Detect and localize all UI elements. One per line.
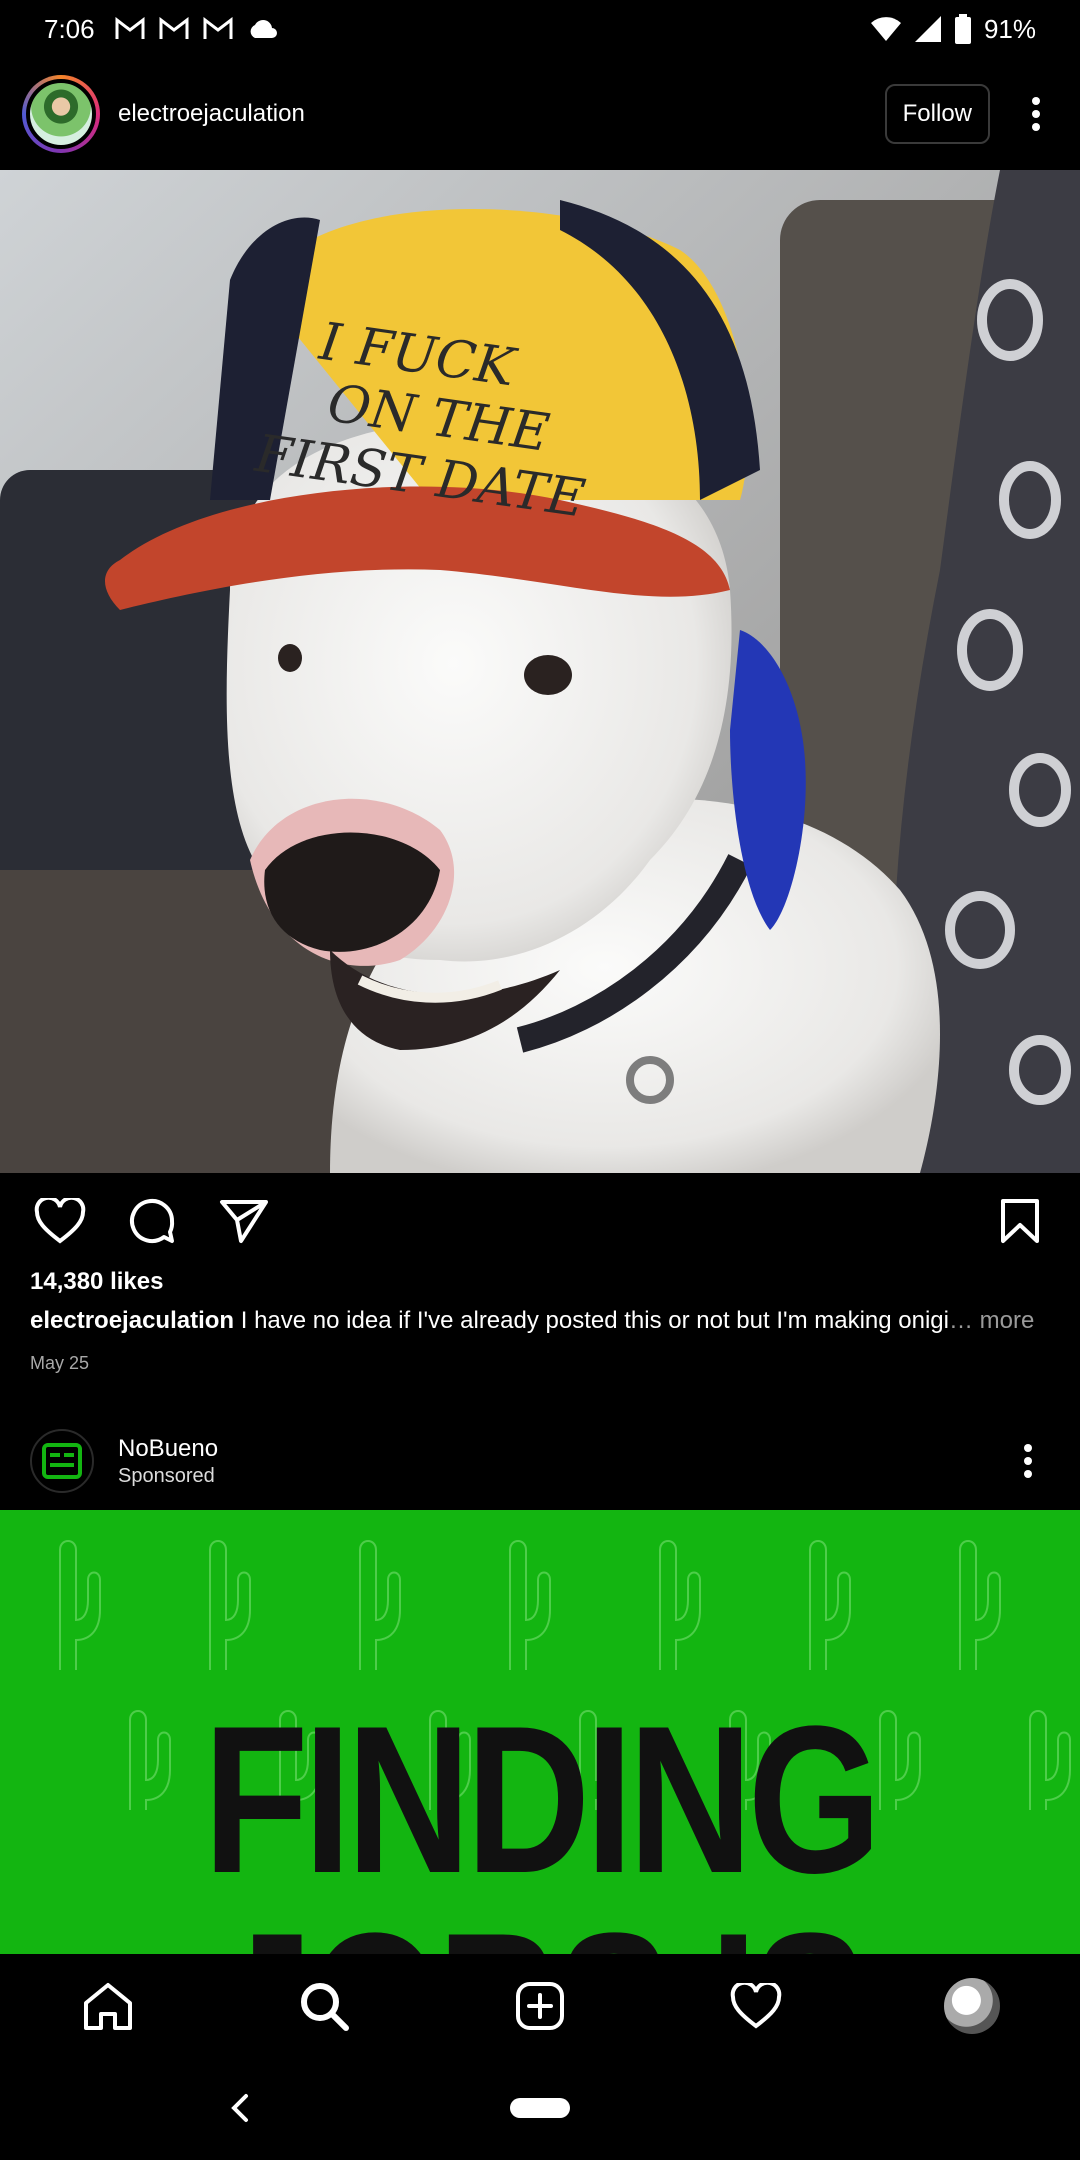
status-bar: 7:06 91% [0, 0, 1080, 58]
save-bookmark-icon[interactable] [988, 1189, 1052, 1253]
battery-percent: 91% [983, 13, 1036, 44]
ad-headline-line1: FINDING [203, 1682, 881, 1917]
post-header: electroejaculation Follow [0, 58, 1080, 170]
gmail-icon [159, 17, 189, 41]
activity-heart-icon[interactable] [716, 1966, 796, 2046]
home-icon[interactable] [68, 1966, 148, 2046]
battery-icon [954, 14, 972, 44]
avatar[interactable] [22, 75, 100, 153]
sponsor-text: NoBueno Sponsored [118, 1435, 218, 1488]
ad-headline-line2: JOBS IS [97, 1902, 983, 1955]
system-navigation-bar [0, 2058, 1080, 2160]
wifi-icon [870, 16, 902, 42]
post-username[interactable]: electroejaculation [118, 100, 305, 128]
gmail-icon [203, 17, 233, 41]
back-chevron-icon[interactable] [220, 2086, 260, 2130]
sponsored-ad-image[interactable]: FINDING JOBS IS [0, 1510, 1080, 1954]
instagram-feed-screen: 7:06 91% electroejaculation Follow I FUC… [0, 0, 1080, 2160]
sponsored-label: Sponsored [118, 1464, 215, 1487]
sponsor-name[interactable]: NoBueno [118, 1435, 218, 1463]
avatar-image [26, 79, 96, 149]
post-image[interactable]: I FUCK ON THE FIRST DATE [0, 170, 1080, 1173]
like-count[interactable]: 14,380 likes [30, 1268, 163, 1296]
sponsor-avatar[interactable] [30, 1429, 94, 1493]
post-actions [0, 1173, 1080, 1269]
sponsored-post-header: NoBueno Sponsored [0, 1412, 1080, 1510]
more-options-icon[interactable] [1006, 1431, 1050, 1491]
caption-text: I have no idea if I've already posted th… [240, 1307, 949, 1334]
profile-avatar[interactable] [932, 1966, 1012, 2046]
status-time: 7:06 [44, 13, 95, 44]
gmail-icon [115, 17, 145, 41]
caption-more-link[interactable]: … more [949, 1307, 1034, 1334]
home-pill[interactable] [510, 2098, 570, 2118]
status-left: 7:06 [44, 14, 279, 45]
bottom-nav [0, 1954, 1080, 2058]
like-heart-icon[interactable] [28, 1189, 92, 1253]
share-send-icon[interactable] [212, 1189, 276, 1253]
cloud-icon [247, 18, 279, 40]
profile-avatar-image [944, 1978, 1000, 2034]
search-icon[interactable] [284, 1966, 364, 2046]
post-date: May 25 [30, 1353, 90, 1373]
more-options-icon[interactable] [1014, 84, 1058, 144]
create-post-icon[interactable] [500, 1966, 580, 2046]
follow-button[interactable]: Follow [884, 84, 990, 144]
signal-icon [914, 15, 942, 43]
status-right: 91% [870, 14, 1036, 45]
comment-icon[interactable] [120, 1189, 184, 1253]
caption-username[interactable]: electroejaculation [30, 1307, 234, 1334]
post-caption[interactable]: electroejaculation I have no idea if I'v… [30, 1307, 1060, 1335]
